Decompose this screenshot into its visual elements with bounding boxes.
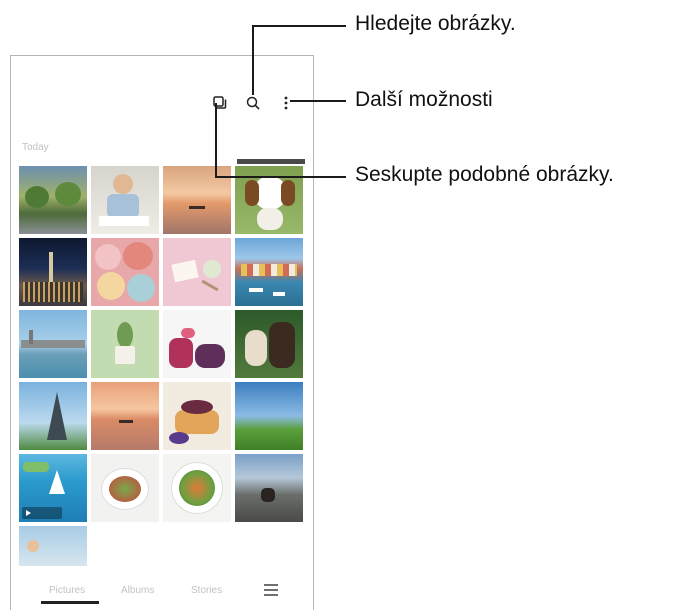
group-similar-icon[interactable]: [209, 93, 229, 113]
search-callout-line: [252, 25, 254, 95]
search-icon[interactable]: [243, 93, 263, 113]
video-sailboat[interactable]: [19, 454, 87, 522]
photo-harbor-boats[interactable]: [235, 238, 303, 306]
photo-river-city[interactable]: [19, 310, 87, 378]
group-similar-callout-text: Seskupte podobné obrázky.: [355, 163, 614, 186]
more-options-callout-text: Další možnosti: [355, 88, 493, 111]
play-icon: [22, 507, 62, 519]
photo-salad-table[interactable]: [91, 454, 159, 522]
photo-city-night[interactable]: [19, 238, 87, 306]
group-similar-callout-line-horizontal: [215, 176, 346, 178]
scrolled-photo-edge: [237, 159, 305, 164]
section-date-label: Today: [22, 142, 49, 153]
more-options-icon[interactable]: [276, 93, 296, 113]
menu-icon[interactable]: [263, 583, 279, 597]
photo-berry-macarons[interactable]: [163, 310, 231, 378]
search-callout-line-horizontal: [252, 25, 346, 27]
bottom-navigation: Pictures Albums Stories: [11, 577, 313, 610]
photo-kitten-puppy[interactable]: [235, 310, 303, 378]
tab-stories[interactable]: Stories: [191, 585, 222, 596]
photo-pancakes[interactable]: [163, 382, 231, 450]
photo-sea-sunset[interactable]: [91, 382, 159, 450]
photo-pink-table[interactable]: [163, 238, 231, 306]
photo-beach-person[interactable]: [19, 526, 87, 566]
photo-road-dog[interactable]: [235, 454, 303, 522]
gallery-screen: Today Pictures Albums Stories: [10, 55, 314, 610]
selected-tab-indicator: [41, 601, 99, 604]
group-similar-callout-line: [215, 103, 217, 177]
tab-albums[interactable]: Albums: [121, 585, 154, 596]
search-callout-text: Hledejte obrázky.: [355, 12, 516, 35]
more-options-callout-line: [290, 100, 346, 102]
photo-green-field[interactable]: [235, 382, 303, 450]
photo-salad-bowl[interactable]: [163, 454, 231, 522]
photo-eiffel-tower[interactable]: [19, 382, 87, 450]
photo-green-plant[interactable]: [91, 310, 159, 378]
photo-macarons[interactable]: [91, 238, 159, 306]
tab-pictures[interactable]: Pictures: [49, 585, 85, 596]
photo-street-trees[interactable]: [19, 166, 87, 234]
photo-child-drawing[interactable]: [91, 166, 159, 234]
